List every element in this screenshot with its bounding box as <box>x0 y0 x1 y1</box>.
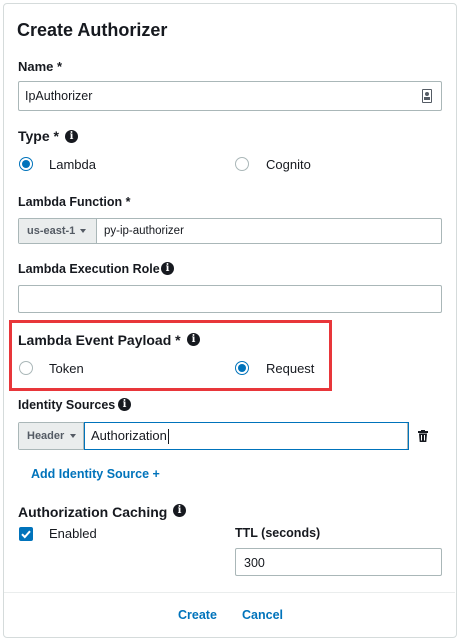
cancel-button[interactable]: Cancel <box>242 608 283 622</box>
ttl-value: 300 <box>244 556 265 570</box>
ttl-label: TTL (seconds) <box>235 526 321 540</box>
execution-role-label: Lambda Execution Role <box>18 262 160 276</box>
source-type-select[interactable]: Header <box>19 423 84 449</box>
identity-sources-info-icon[interactable]: i <box>118 398 131 411</box>
source-type-value: Header <box>27 430 65 442</box>
lambda-function-field: us-east-1 py-ip-authorizer <box>18 218 442 244</box>
caching-enabled-checkbox[interactable] <box>19 527 33 541</box>
create-button[interactable]: Create <box>178 608 217 622</box>
payload-token-label: Token <box>49 361 84 376</box>
payload-request-label: Request <box>266 361 315 376</box>
identity-sources-label: Identity Sources <box>18 398 116 412</box>
identity-source-value: Authorization <box>91 428 167 443</box>
trash-icon[interactable] <box>418 429 428 442</box>
identity-source-input[interactable]: Authorization <box>84 422 409 450</box>
payload-request-radio[interactable] <box>235 361 249 375</box>
name-input[interactable]: IpAuthorizer <box>18 81 442 111</box>
name-label: Name * <box>18 59 63 74</box>
execution-role-info-icon[interactable]: i <box>161 262 174 275</box>
event-payload-label: Lambda Event Payload * <box>18 332 181 348</box>
caching-label: Authorization Caching <box>18 504 168 520</box>
event-payload-info-icon[interactable]: i <box>187 333 200 346</box>
ttl-input[interactable]: 300 <box>235 548 442 576</box>
identity-source-field: Header Authorization <box>18 422 409 450</box>
execution-role-input[interactable] <box>18 285 442 313</box>
caching-enabled-label: Enabled <box>49 526 97 541</box>
payload-token-radio[interactable] <box>19 361 33 375</box>
type-lambda-label: Lambda <box>49 157 96 172</box>
caret-down-icon <box>80 229 86 233</box>
type-lambda-radio[interactable] <box>19 157 33 171</box>
lambda-function-label: Lambda Function * <box>18 195 131 209</box>
region-select[interactable]: us-east-1 <box>19 219 97 243</box>
name-input-value: IpAuthorizer <box>25 89 93 103</box>
type-label: Type * <box>18 128 59 144</box>
checkmark-icon <box>21 530 31 539</box>
type-cognito-radio[interactable] <box>235 157 249 171</box>
region-value: us-east-1 <box>27 225 76 237</box>
type-cognito-label: Cognito <box>266 157 311 172</box>
footer-divider <box>4 592 455 593</box>
highlight-box <box>9 320 332 391</box>
caching-info-icon[interactable]: i <box>173 504 186 517</box>
contact-card-icon[interactable] <box>422 89 432 103</box>
dialog-title: Create Authorizer <box>17 20 168 40</box>
lambda-function-input[interactable]: py-ip-authorizer <box>104 219 184 243</box>
caret-down-icon <box>70 434 76 438</box>
add-identity-source-link[interactable]: Add Identity Source + <box>31 467 160 481</box>
type-info-icon[interactable]: i <box>65 130 78 143</box>
